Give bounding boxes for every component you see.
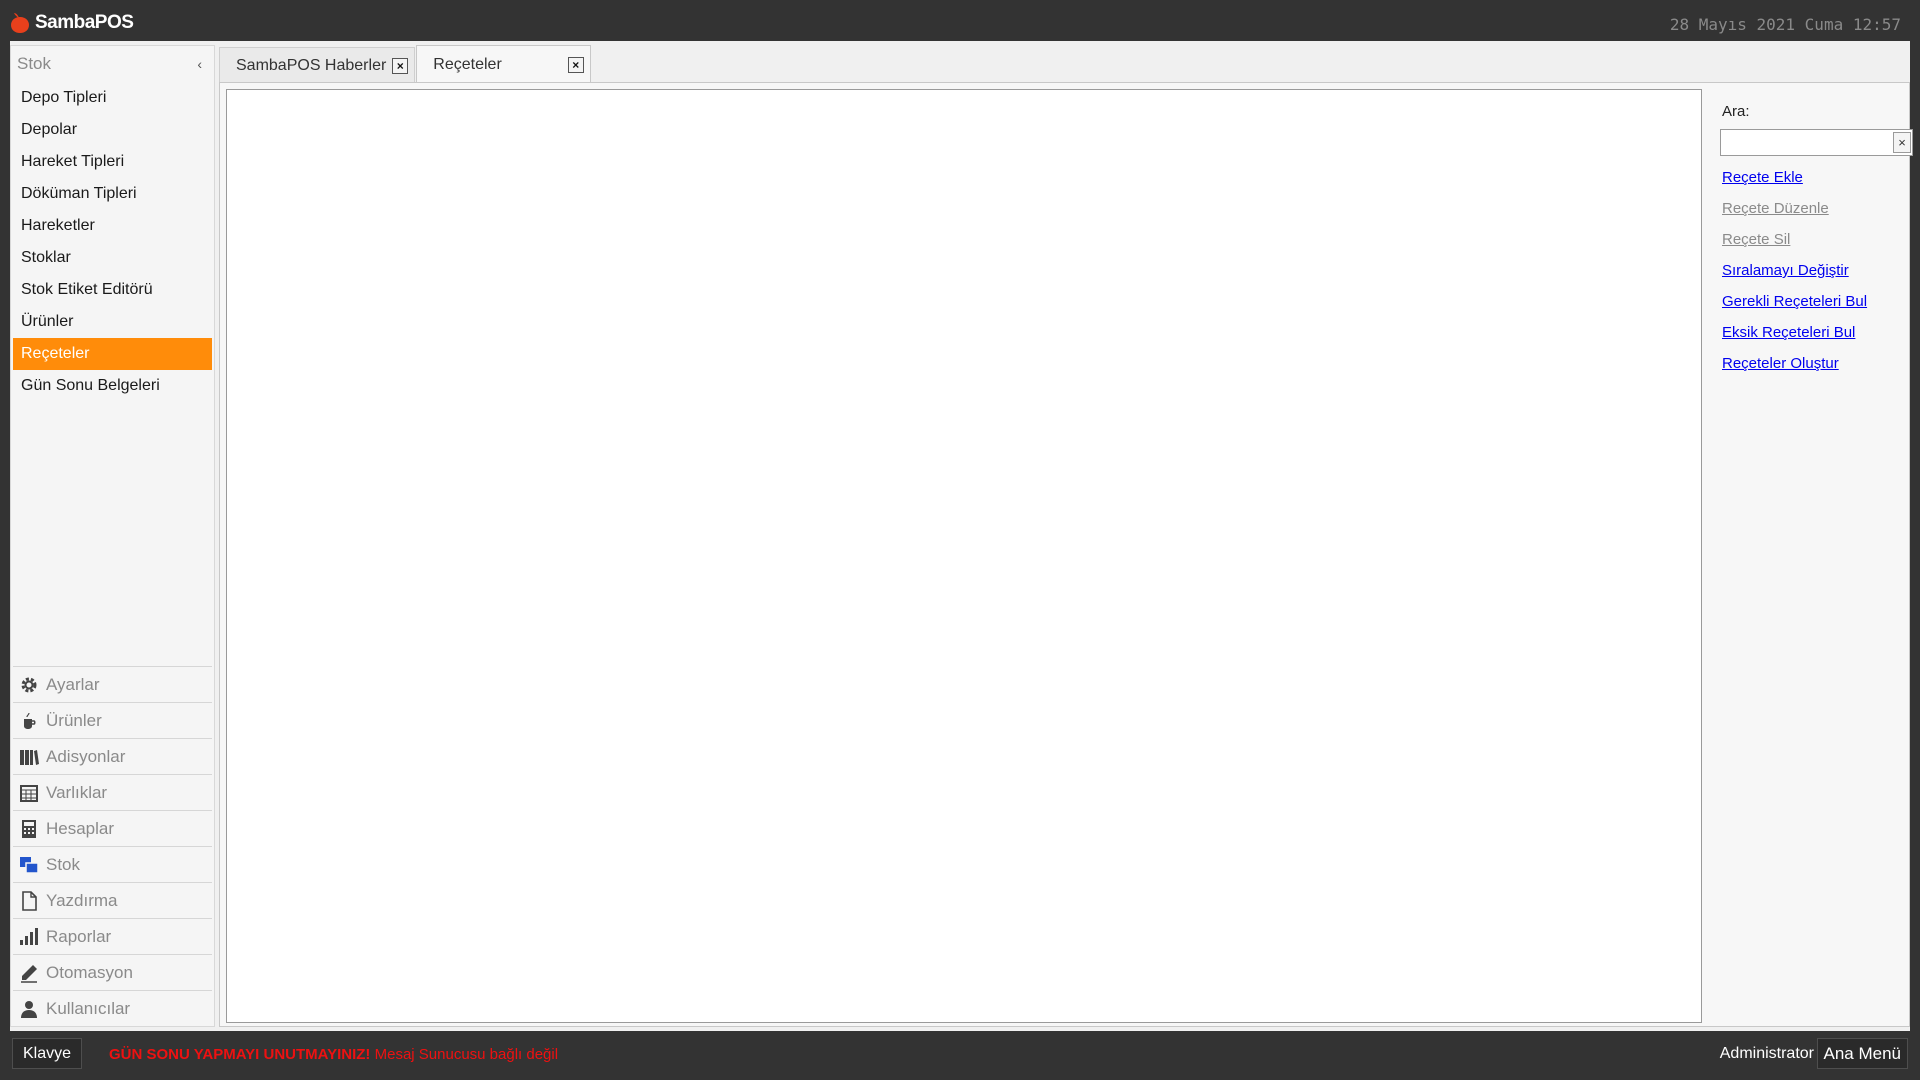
- user-icon: [21, 1000, 37, 1018]
- change-sort-order-link[interactable]: Sıralamayı Değiştir: [1722, 255, 1905, 286]
- create-recipes-link[interactable]: Reçeteler Oluştur: [1722, 348, 1905, 379]
- nav-ayarlar[interactable]: Ayarlar: [13, 666, 212, 702]
- status-bar: Klavye GÜN SONU YAPMAYI UNUTMAYINIZ! Mes…: [0, 1031, 1920, 1080]
- stock-boxes-icon: [20, 856, 39, 874]
- clock: 28 Mayıs 2021 Cuma 12:57: [1669, 15, 1901, 34]
- nav-label: Adisyonlar: [46, 746, 126, 766]
- nav-label: Stok: [46, 854, 81, 874]
- edit-recipe-link[interactable]: Reçete Düzenle: [1722, 193, 1905, 224]
- title-bar: SambaPOS 28 Mayıs 2021 Cuma 12:57: [0, 0, 1920, 41]
- close-icon[interactable]: ×: [567, 56, 584, 73]
- message-server-status: Mesaj Sunucusu bağlı değil: [374, 1046, 559, 1063]
- document-tabs: SambaPOS Haberler × Reçeteler ×: [219, 45, 592, 83]
- sidebar: Stok ‹ Depo Tipleri Depolar Hareket Tipler…: [10, 45, 215, 1027]
- delete-recipe-link[interactable]: Reçete Sil: [1722, 224, 1905, 255]
- app-logo-text: SambaPOS: [35, 12, 134, 33]
- sidebar-header: Stok ‹: [11, 46, 214, 82]
- sidebar-item[interactable]: Ürünler: [13, 306, 212, 338]
- sidebar-item[interactable]: Döküman Tipleri: [13, 178, 212, 210]
- collapse-chevron-icon[interactable]: ‹: [197, 56, 202, 72]
- find-missing-recipes-link[interactable]: Eksik Reçeteleri Bul: [1722, 317, 1905, 348]
- nav-stok[interactable]: Stok: [13, 846, 212, 882]
- sidebar-item[interactable]: Depolar: [13, 114, 212, 146]
- main-menu-button[interactable]: Ana Menü: [1816, 1038, 1908, 1069]
- pen-icon: [21, 964, 37, 983]
- sidebar-item[interactable]: Hareket Tipleri: [13, 146, 212, 178]
- samba-logo-icon: [11, 13, 29, 33]
- content-area: Ara: × Reçete Ekle Reçete Düzenle Reçete…: [219, 82, 1913, 1027]
- module-nav: Ayarlar Ürünler Adisyonlar Varlıklar Hes…: [13, 666, 212, 1026]
- books-icon: [20, 749, 39, 765]
- sidebar-item[interactable]: Reçeteler: [13, 338, 212, 370]
- sidebar-item[interactable]: Hareketler: [13, 210, 212, 242]
- nav-hesaplar[interactable]: Hesaplar: [13, 810, 212, 846]
- main-frame: Stok ‹ Depo Tipleri Depolar Hareket Tipler…: [10, 41, 1913, 1031]
- nav-yazdirma[interactable]: Yazdırma: [13, 882, 212, 918]
- keyboard-button[interactable]: Klavye: [12, 1038, 83, 1069]
- find-required-recipes-link[interactable]: Gerekli Reçeteleri Bul: [1722, 286, 1905, 317]
- nav-label: Raporlar: [46, 926, 112, 946]
- search-label: Ara:: [1722, 103, 1750, 120]
- sidebar-title: Stok: [17, 54, 52, 73]
- tab-label: Reçeteler: [433, 55, 502, 73]
- calculator-icon: [22, 819, 36, 838]
- close-icon[interactable]: ×: [392, 57, 409, 74]
- nav-label: Yazdırma: [46, 890, 118, 910]
- nav-label: Ürünler: [46, 710, 102, 730]
- tab-label: SambaPOS Haberler: [236, 56, 387, 74]
- nav-otomasyon[interactable]: Otomasyon: [13, 954, 212, 990]
- nav-kullanicilar[interactable]: Kullanıcılar: [13, 990, 212, 1026]
- nav-label: Hesaplar: [46, 818, 115, 838]
- app-logo: SambaPOS: [10, 12, 134, 34]
- grid-table-icon: [20, 784, 38, 802]
- nav-urunler[interactable]: Ürünler: [13, 702, 212, 738]
- clear-search-icon[interactable]: ×: [1893, 132, 1911, 153]
- nav-label: Varlıklar: [46, 782, 108, 802]
- gear-icon: [21, 677, 37, 692]
- nav-label: Kullanıcılar: [46, 998, 131, 1018]
- document-icon: [22, 890, 37, 911]
- bar-chart-icon: [20, 927, 38, 945]
- nav-label: Ayarlar: [46, 674, 100, 694]
- action-panel: Ara: × Reçete Ekle Reçete Düzenle Reçete…: [1710, 93, 1913, 379]
- status-message: GÜN SONU YAPMAYI UNUTMAYINIZ! Mesaj Sunu…: [109, 1046, 558, 1063]
- add-recipe-link[interactable]: Reçete Ekle: [1722, 162, 1905, 193]
- sidebar-item[interactable]: Gün Sonu Belgeleri: [13, 370, 212, 402]
- sidebar-item[interactable]: Stoklar: [13, 242, 212, 274]
- tab-receteler[interactable]: Reçeteler ×: [416, 45, 591, 83]
- end-of-day-warning: GÜN SONU YAPMAYI UNUTMAYINIZ!: [109, 1046, 371, 1063]
- recipe-list[interactable]: [226, 89, 1702, 1023]
- current-user[interactable]: Administrator: [1720, 1045, 1814, 1063]
- nav-adisyonlar[interactable]: Adisyonlar: [13, 738, 212, 774]
- search-box: ×: [1720, 129, 1913, 156]
- nav-raporlar[interactable]: Raporlar: [13, 918, 212, 954]
- action-links: Reçete Ekle Reçete Düzenle Reçete Sil Sı…: [1722, 162, 1905, 379]
- nav-varliklar[interactable]: Varlıklar: [13, 774, 212, 810]
- tab-sambapos-haberler[interactable]: SambaPOS Haberler ×: [219, 47, 416, 83]
- sidebar-item[interactable]: Depo Tipleri: [13, 82, 212, 114]
- coffee-cup-icon: [24, 712, 36, 729]
- nav-label: Otomasyon: [46, 962, 133, 982]
- search-input[interactable]: [1721, 130, 1891, 155]
- sidebar-item[interactable]: Stok Etiket Editörü: [13, 274, 212, 306]
